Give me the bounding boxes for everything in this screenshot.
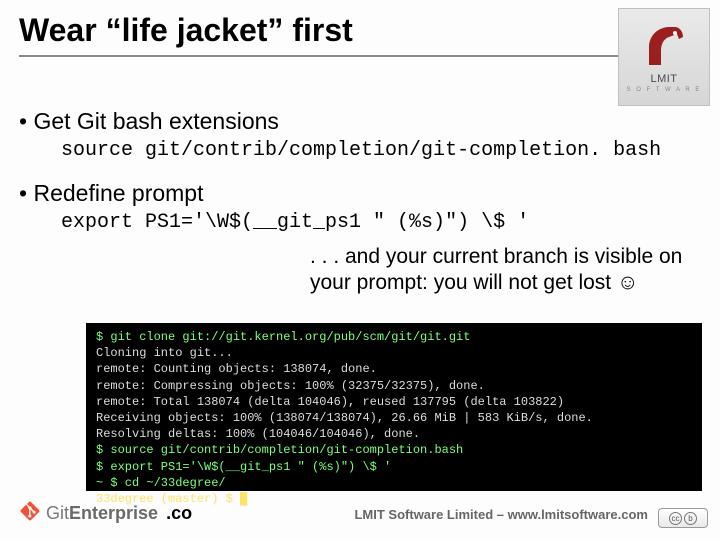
bullet-1: Get Git bash extensions: [19, 108, 701, 135]
term-line: Cloning into git...: [96, 345, 692, 361]
bullet-2: Redefine prompt: [19, 180, 701, 207]
brand-prefix: Git: [46, 503, 69, 523]
explanation-text: . . . and your current branch is visible…: [310, 244, 700, 297]
knight-icon: [639, 21, 689, 69]
footer-brand: GitEnterprise .co: [20, 501, 192, 526]
term-line: remote: Total 138074 (delta 104046), reu…: [96, 394, 692, 410]
brand-suffix: Enterprise: [69, 503, 158, 523]
slide-title: Wear “life jacket” first: [19, 12, 353, 49]
logo-subtext: S O F T W A R E: [627, 87, 702, 93]
brand-tail: .co: [166, 503, 192, 524]
term-line: ~ $ cd ~/33degree/: [96, 475, 692, 491]
brand-text: GitEnterprise: [46, 503, 158, 524]
term-line: Resolving deltas: 100% (104046/104046), …: [96, 426, 692, 442]
content-area: Get Git bash extensions source git/contr…: [19, 108, 701, 252]
header: Wear “life jacket” first: [0, 0, 720, 58]
term-line: $ export PS1='\W$(__git_ps1 " (%s)") \$ …: [96, 459, 692, 475]
footer-company: LMIT Software Limited – www.lmitsoftware…: [354, 507, 648, 522]
by-icon: b: [684, 512, 697, 525]
term-line: remote: Counting objects: 138074, done.: [96, 361, 692, 377]
term-line: remote: Compressing objects: 100% (32375…: [96, 378, 692, 394]
cc-icon: cc: [669, 512, 682, 525]
title-underline: [19, 55, 701, 57]
slide: Wear “life jacket” first LMIT S O F T W …: [0, 0, 720, 540]
term-line: $ git clone git://git.kernel.org/pub/scm…: [96, 329, 692, 345]
code-line-2: export PS1='\W$(__git_ps1 " (%s)") \$ ': [61, 211, 701, 234]
cc-license-badge: cc b: [658, 508, 708, 528]
logo-text: LMIT: [650, 73, 677, 85]
company-logo: LMIT S O F T W A R E: [618, 8, 710, 106]
term-line: $ source git/contrib/completion/git-comp…: [96, 442, 692, 458]
terminal-screenshot: $ git clone git://git.kernel.org/pub/scm…: [86, 323, 702, 491]
code-line-1: source git/contrib/completion/git-comple…: [61, 139, 701, 162]
git-icon: [20, 501, 40, 526]
term-line: Receiving objects: 100% (138074/138074),…: [96, 410, 692, 426]
